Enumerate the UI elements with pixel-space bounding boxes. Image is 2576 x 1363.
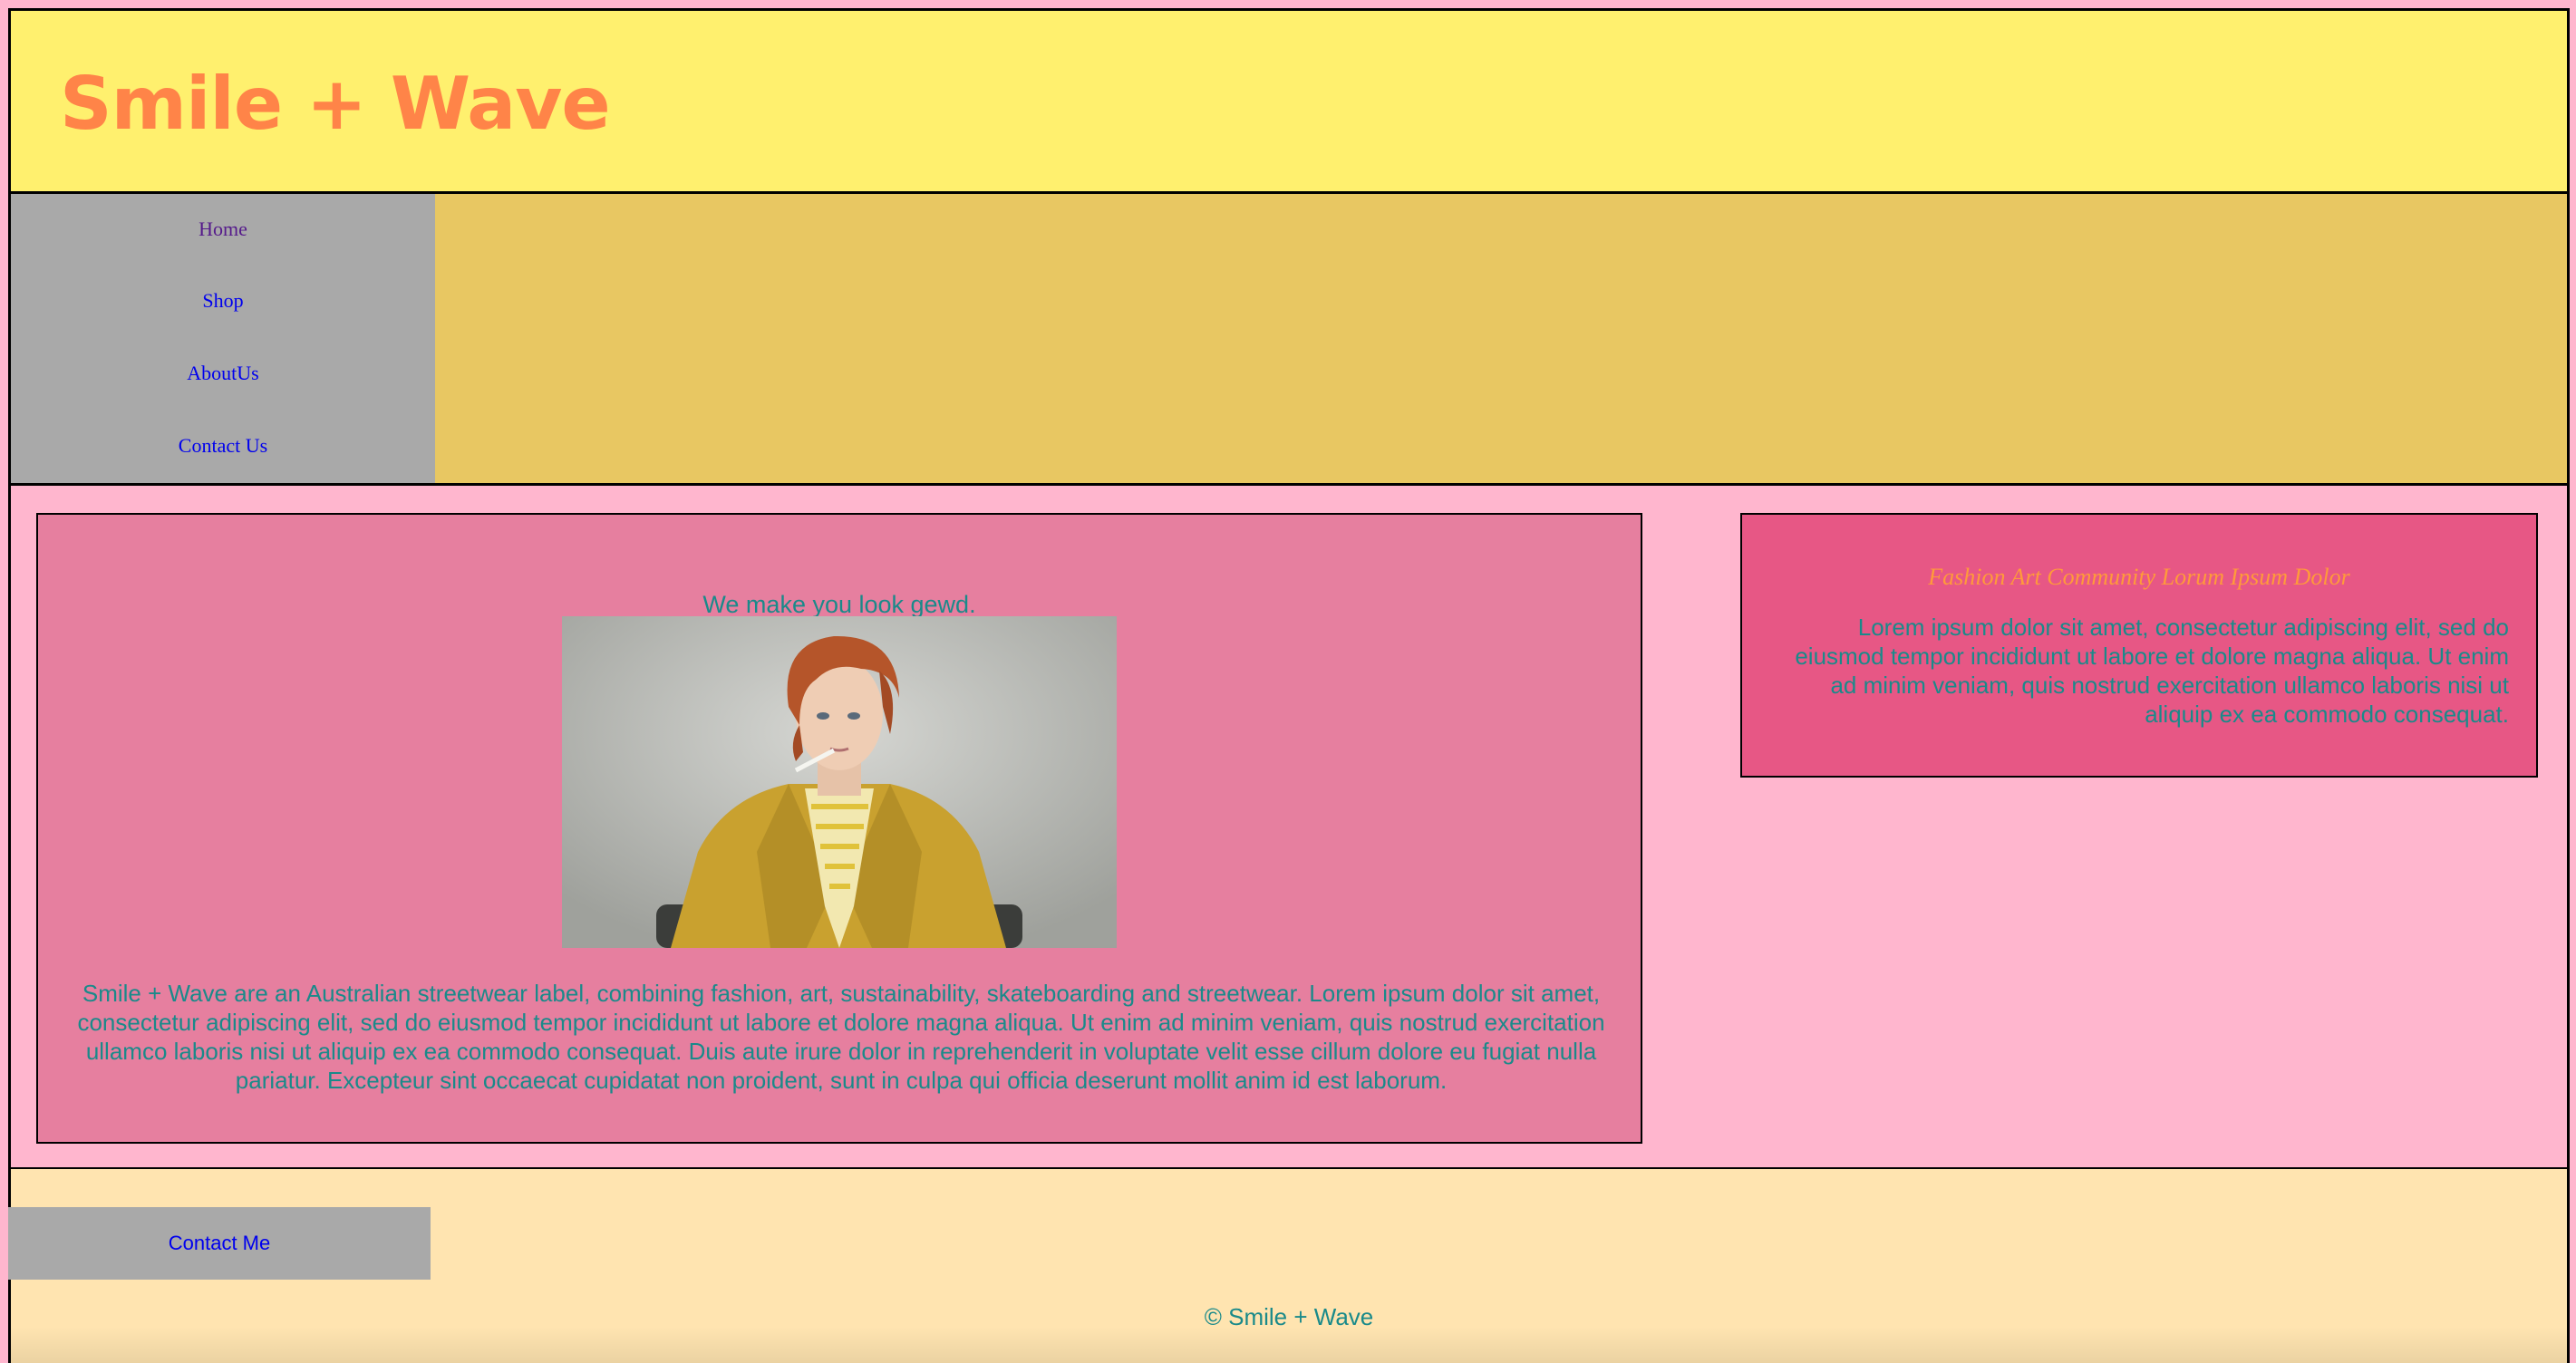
tagline: We make you look gewd.: [702, 591, 976, 618]
about-text: Smile + Wave are an Australian streetwea…: [77, 980, 1605, 1094]
site-footer: Contact Me © Smile + Wave: [8, 1169, 2567, 1363]
aside-title: Fashion Art Community Lorum Ipsum Dolor: [1928, 564, 2350, 590]
nav-link-contact-us[interactable]: Contact Us: [11, 434, 435, 458]
portrait-photo-icon: [562, 616, 1117, 948]
nav-link-home[interactable]: Home: [11, 218, 435, 241]
site-header: Smile + Wave: [11, 11, 2567, 194]
about-section: We make you look gewd. Smile + Wave are …: [36, 513, 1642, 1144]
main-content: We make you look gewd. Smile + Wave are …: [11, 486, 2567, 1169]
community-aside: Fashion Art Community Lorum Ipsum Dolor …: [1740, 513, 2538, 778]
main-nav: Home Shop AboutUs Contact Us: [11, 194, 435, 483]
copyright-text: © Smile + Wave: [1204, 1303, 1374, 1330]
contact-me-button[interactable]: Contact Me: [8, 1207, 431, 1280]
site-title: Smile + Wave: [60, 62, 611, 146]
nav-link-about-us[interactable]: AboutUs: [11, 362, 435, 385]
nav-band: Home Shop AboutUs Contact Us: [11, 194, 2567, 486]
nav-link-shop[interactable]: Shop: [11, 289, 435, 313]
aside-text: Lorem ipsum dolor sit amet, consectetur …: [1795, 614, 2509, 728]
